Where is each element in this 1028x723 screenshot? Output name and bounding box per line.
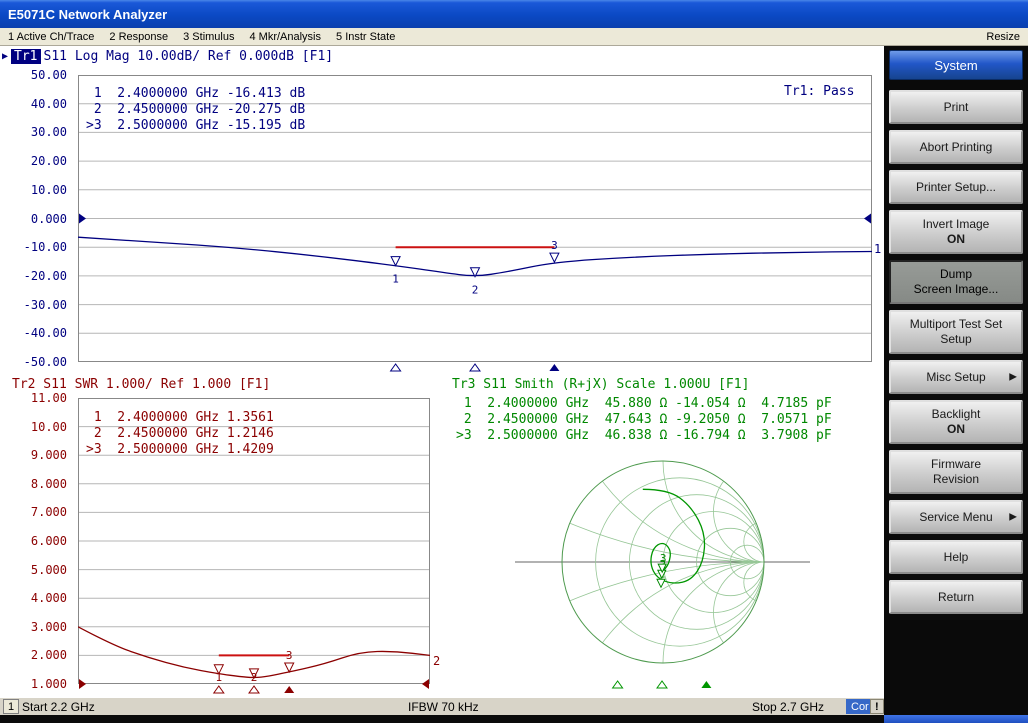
submenu-arrow-icon: ▶ (1009, 370, 1017, 385)
active-trace-pointer-icon: ▶ (2, 51, 8, 62)
y-axis-tick: 20.00 (0, 153, 72, 169)
marker-stimulus-indicator[interactable] (701, 681, 711, 688)
trace3-header[interactable]: Tr3 S11 Smith (R+jX) Scale 1.000U [F1] (452, 377, 749, 392)
softkey-return[interactable]: Return (889, 580, 1023, 614)
y-axis-tick: -40.00 (0, 325, 72, 341)
menu-items: 1 Active Ch/Trace 2 Response 3 Stimulus 4 M… (8, 31, 395, 43)
y-axis-tick: 0.000 (0, 211, 72, 227)
window-title: E5071C Network Analyzer (8, 7, 167, 22)
menu-item-2[interactable]: 2 Response (109, 31, 168, 43)
marker-stimulus-indicator[interactable] (549, 364, 559, 371)
softkey-printer-setup[interactable]: Printer Setup... (889, 170, 1023, 204)
y-axis-tick: 2.000 (0, 647, 72, 663)
softkey-help[interactable]: Help (889, 540, 1023, 574)
marker-readout-row: >3 2.5000000 GHz 46.838 Ω -16.794 Ω 3.79… (456, 428, 832, 444)
bottom-strip (0, 715, 1028, 723)
softkey-multiport-test-set[interactable]: Multiport Test SetSetup (889, 310, 1023, 354)
y-axis-tick: 4.000 (0, 590, 72, 606)
softkey-sidebar: System Print Abort Printing Printer Setup.… (884, 46, 1028, 715)
marker-number: 2 (251, 671, 258, 684)
y-axis-tick: -10.00 (0, 239, 72, 255)
tr1-trace-number: 1 (874, 242, 881, 256)
marker-readout-row: >3 2.5000000 GHz 1.4209 (86, 442, 274, 458)
marker-number: 3 (551, 239, 558, 252)
menu-item-1[interactable]: 1 Active Ch/Trace (8, 31, 94, 43)
sweep-stop-label: Stop 2.7 GHz (752, 700, 824, 714)
tr3-marker-readout: 1 2.4000000 GHz 45.880 Ω -14.054 Ω 4.718… (456, 396, 832, 444)
marker-stimulus-indicator[interactable] (214, 686, 224, 693)
marker-stimulus-indicator[interactable] (249, 686, 259, 693)
marker-stimulus-indicator[interactable] (613, 681, 623, 688)
y-axis-tick: 9.000 (0, 447, 72, 463)
tr2-marker-readout: 1 2.4000000 GHz 1.3561 2 2.4500000 GHz 1… (86, 410, 274, 458)
y-axis-tick: 6.000 (0, 533, 72, 549)
menu-item-5[interactable]: 5 Instr State (336, 31, 395, 43)
trace-path (643, 489, 705, 583)
marker-readout-row: 2 2.4500000 GHz 1.2146 (86, 426, 274, 442)
softkey-misc-setup[interactable]: Misc Setup▶ (889, 360, 1023, 394)
softkey-backlight[interactable]: BacklightON (889, 400, 1023, 444)
y-axis-tick: 10.00 (0, 182, 72, 198)
tr1-marker-readout: 1 2.4000000 GHz -16.413 dB 2 2.4500000 G… (86, 86, 305, 134)
marker-stimulus-indicator[interactable] (391, 364, 401, 371)
marker-stimulus-indicator[interactable] (284, 686, 294, 693)
marker-number: 2 (472, 284, 479, 297)
display-area: 123 123 123 ▶Tr1S11 Log Mag 10.00dB/ Ref… (0, 46, 884, 697)
softkey-dump[interactable]: DumpScreen Image... (889, 260, 1023, 304)
y-axis-tick: -20.00 (0, 268, 72, 284)
marker-readout-row: 2 2.4500000 GHz -20.275 dB (86, 102, 305, 118)
menu-item-3[interactable]: 3 Stimulus (183, 31, 234, 43)
marker-number: 1 (392, 273, 399, 286)
sweep-start-label: Start 2.2 GHz (22, 700, 95, 714)
softkey-service-menu[interactable]: Service Menu▶ (889, 500, 1023, 534)
softkey-invert-image[interactable]: Invert ImageON (889, 210, 1023, 254)
marker-triangle[interactable] (657, 579, 665, 587)
marker-readout-row: 2 2.4500000 GHz 47.643 Ω -9.2050 Ω 7.057… (456, 412, 832, 428)
y-axis-tick: 10.00 (0, 419, 72, 435)
resize-button[interactable]: Resize (986, 31, 1020, 43)
y-axis-tick: 8.000 (0, 476, 72, 492)
y-axis-tick: 40.00 (0, 96, 72, 112)
marker-number: 3 (660, 552, 667, 565)
y-axis-tick: 11.00 (0, 390, 72, 406)
channel-indicator: 1 (3, 699, 19, 714)
marker-number: 3 (286, 649, 293, 662)
status-bar: 1 Start 2.2 GHz IFBW 70 kHz Stop 2.7 GHz… (0, 697, 884, 715)
y-axis-tick: 50.00 (0, 67, 72, 83)
marker-readout-row: >3 2.5000000 GHz -15.195 dB (86, 118, 305, 134)
y-axis-tick: 3.000 (0, 619, 72, 635)
marker-readout-row: 1 2.4000000 GHz 45.880 Ω -14.054 Ω 4.718… (456, 396, 832, 412)
softkey-firmware[interactable]: FirmwareRevision (889, 450, 1023, 494)
marker-stimulus-indicator[interactable] (657, 681, 667, 688)
menu-bar: 1 Active Ch/Trace 2 Response 3 Stimulus 4 M… (0, 28, 1028, 46)
tr2-trace-number: 2 (433, 654, 440, 668)
trace1-badge: Tr1 (11, 49, 40, 64)
ifbw-label: IFBW 70 kHz (408, 700, 479, 714)
trace1-header[interactable]: ▶Tr1 S11 Log Mag 10.00dB/ Ref 0.000dB [F1… (2, 49, 333, 64)
y-axis-tick: 30.00 (0, 124, 72, 140)
tr3-smith-plot[interactable]: 123 (452, 448, 882, 696)
softkey-menu-title: System (889, 50, 1023, 80)
submenu-arrow-icon: ▶ (1009, 510, 1017, 525)
alert-indicator: ! (870, 699, 884, 714)
marker-readout-row: 1 2.4000000 GHz 1.3561 (86, 410, 274, 426)
menu-item-4[interactable]: 4 Mkr/Analysis (249, 31, 321, 43)
smith-grid (452, 448, 882, 696)
softkey-abort-printing[interactable]: Abort Printing (889, 130, 1023, 164)
y-axis-tick: 1.000 (0, 676, 72, 692)
trace1-format-label: S11 Log Mag 10.00dB/ Ref 0.000dB [F1] (44, 49, 334, 64)
window-titlebar: E5071C Network Analyzer (0, 0, 1028, 28)
marker-readout-row: 1 2.4000000 GHz -16.413 dB (86, 86, 305, 102)
y-axis-tick: 7.000 (0, 504, 72, 520)
y-axis-tick: 5.000 (0, 562, 72, 578)
taskbar-fragment (884, 715, 1028, 723)
marker-stimulus-indicator[interactable] (470, 364, 480, 371)
softkey-print[interactable]: Print (889, 90, 1023, 124)
y-axis-tick: -50.00 (0, 354, 72, 370)
marker-number: 1 (215, 671, 222, 684)
limit-test-pass-indicator: Tr1: Pass (784, 84, 854, 99)
y-axis-tick: -30.00 (0, 297, 72, 313)
